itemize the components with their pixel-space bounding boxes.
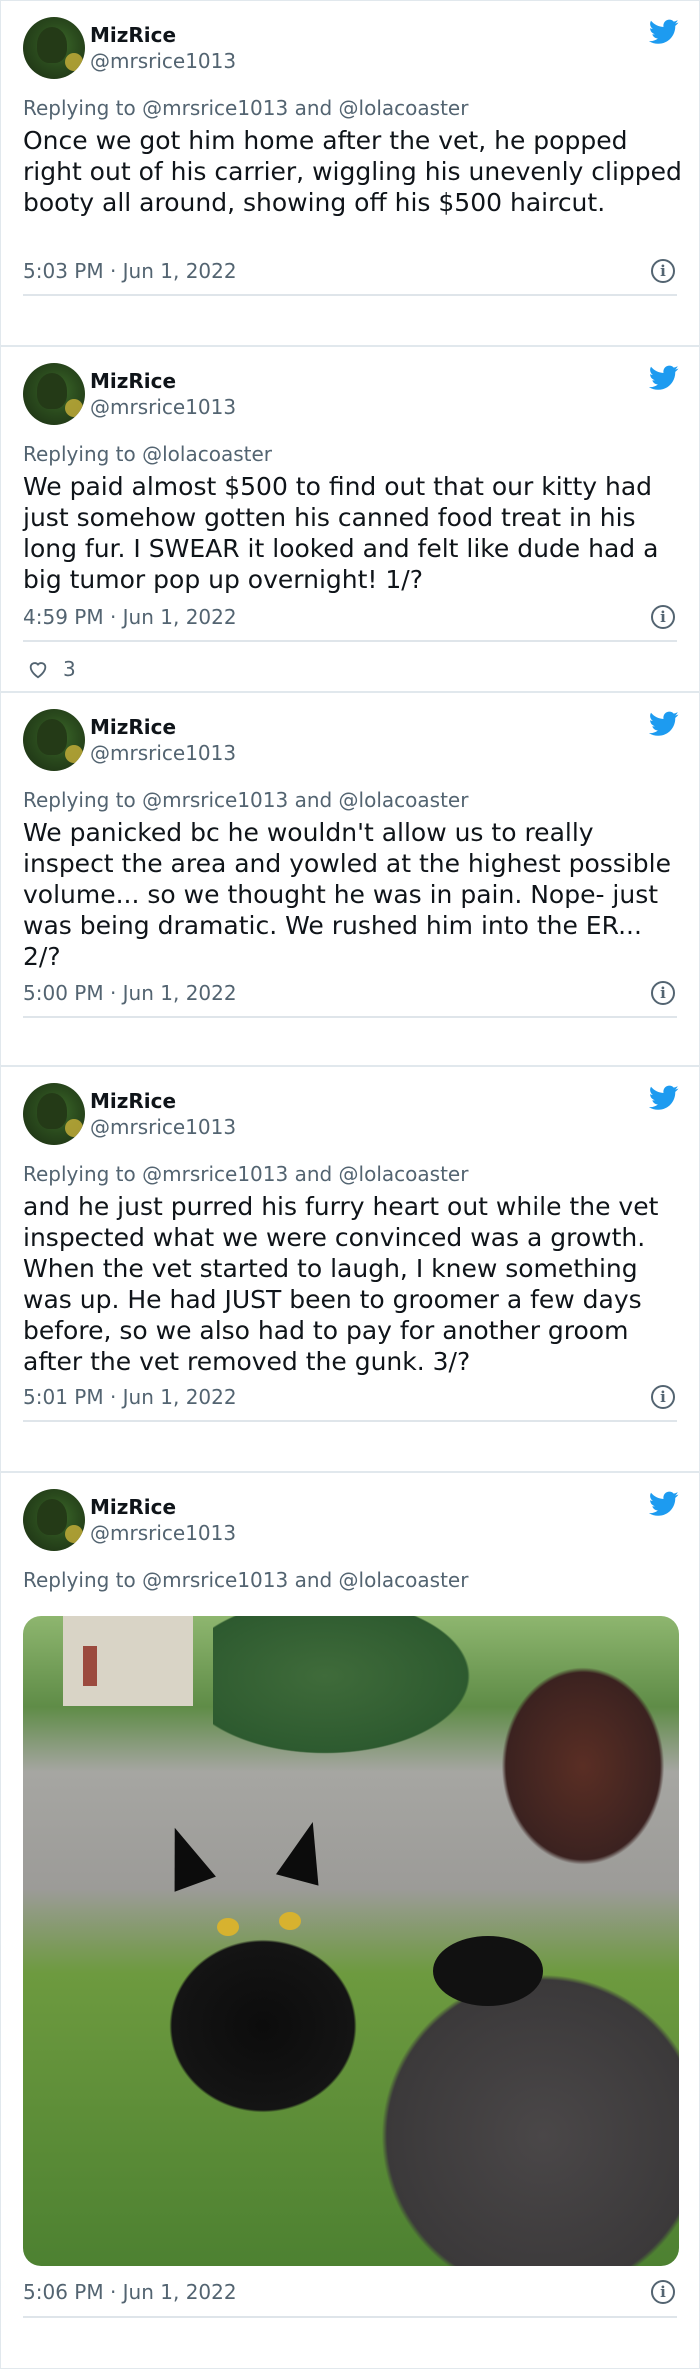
divider bbox=[23, 2316, 677, 2318]
tweet-header: MizRice @mrsrice1013 bbox=[23, 1489, 679, 1551]
tweet: MizRice @mrsrice1013 Replying to @lolaco… bbox=[0, 346, 700, 692]
display-name[interactable]: MizRice bbox=[90, 1089, 176, 1113]
tweet-text: We paid almost $500 to find out that our… bbox=[23, 472, 659, 594]
reply-context[interactable]: Replying to @mrsrice1013 and @lolacoaste… bbox=[23, 1162, 468, 1186]
tweet-text: Once we got him home after the vet, he p… bbox=[23, 126, 682, 217]
avatar[interactable] bbox=[23, 17, 85, 79]
tweet: MizRice @mrsrice1013 Replying to @mrsric… bbox=[0, 0, 700, 346]
tweet-timestamp[interactable]: 5:06 PM · Jun 1, 2022 bbox=[23, 2280, 237, 2304]
reply-context[interactable]: Replying to @mrsrice1013 and @lolacoaste… bbox=[23, 1568, 468, 1592]
user-handle[interactable]: @mrsrice1013 bbox=[90, 49, 236, 73]
heart-icon[interactable] bbox=[27, 658, 49, 680]
twitter-bird-icon[interactable] bbox=[649, 1491, 679, 1517]
reply-context[interactable]: Replying to @mrsrice1013 and @lolacoaste… bbox=[23, 96, 468, 120]
cat-eye bbox=[217, 1918, 239, 1936]
info-icon[interactable]: i bbox=[651, 605, 675, 629]
user-handle[interactable]: @mrsrice1013 bbox=[90, 1115, 236, 1139]
twitter-bird-icon[interactable] bbox=[649, 19, 679, 45]
reply-context[interactable]: Replying to @lolacoaster bbox=[23, 442, 272, 466]
info-icon[interactable]: i bbox=[651, 2280, 675, 2304]
avatar[interactable] bbox=[23, 363, 85, 425]
display-name[interactable]: MizRice bbox=[90, 369, 176, 393]
twitter-bird-icon[interactable] bbox=[649, 711, 679, 737]
user-handle[interactable]: @mrsrice1013 bbox=[90, 741, 236, 765]
tweet-header: MizRice @mrsrice1013 bbox=[23, 1083, 679, 1145]
tweet-text: and he just purred his furry heart out w… bbox=[23, 1192, 659, 1376]
cat-eye bbox=[279, 1912, 301, 1930]
tweet-timestamp[interactable]: 5:01 PM · Jun 1, 2022 bbox=[23, 1385, 237, 1409]
cat-ear bbox=[275, 1816, 335, 1886]
display-name[interactable]: MizRice bbox=[90, 715, 176, 739]
tweet-photo[interactable] bbox=[23, 1616, 679, 2266]
avatar[interactable] bbox=[23, 1489, 85, 1551]
like-count: 3 bbox=[63, 657, 76, 681]
tweet-text: We panicked bc he wouldn't allow us to r… bbox=[23, 818, 671, 971]
info-icon[interactable]: i bbox=[651, 981, 675, 1005]
tweet-timestamp[interactable]: 5:00 PM · Jun 1, 2022 bbox=[23, 981, 237, 1005]
user-handle[interactable]: @mrsrice1013 bbox=[90, 395, 236, 419]
tweet-thread: MizRice @mrsrice1013 Replying to @mrsric… bbox=[0, 0, 700, 2369]
tweet: MizRice @mrsrice1013 Replying to @mrsric… bbox=[0, 1472, 700, 2369]
twitter-bird-icon[interactable] bbox=[649, 1085, 679, 1111]
tweet: MizRice @mrsrice1013 Replying to @mrsric… bbox=[0, 692, 700, 1066]
divider bbox=[23, 1420, 677, 1422]
tweet-header: MizRice @mrsrice1013 bbox=[23, 363, 679, 425]
avatar[interactable] bbox=[23, 709, 85, 771]
reply-context[interactable]: Replying to @mrsrice1013 and @lolacoaste… bbox=[23, 788, 468, 812]
photo-trees bbox=[213, 1616, 493, 1766]
divider bbox=[23, 1016, 677, 1018]
tweet-timestamp[interactable]: 5:03 PM · Jun 1, 2022 bbox=[23, 259, 237, 283]
tweet-header: MizRice @mrsrice1013 bbox=[23, 709, 679, 771]
user-handle[interactable]: @mrsrice1013 bbox=[90, 1521, 236, 1545]
photo-house bbox=[63, 1616, 193, 1706]
cat-paw bbox=[433, 1936, 543, 2006]
divider bbox=[23, 294, 677, 296]
like-action[interactable]: 3 bbox=[27, 657, 76, 681]
divider bbox=[23, 640, 677, 642]
avatar[interactable] bbox=[23, 1083, 85, 1145]
cat-ear bbox=[154, 1820, 216, 1892]
info-icon[interactable]: i bbox=[651, 1385, 675, 1409]
display-name[interactable]: MizRice bbox=[90, 1495, 176, 1519]
display-name[interactable]: MizRice bbox=[90, 23, 176, 47]
tweet-timestamp[interactable]: 4:59 PM · Jun 1, 2022 bbox=[23, 605, 237, 629]
tweet: MizRice @mrsrice1013 Replying to @mrsric… bbox=[0, 1066, 700, 1472]
info-icon[interactable]: i bbox=[651, 259, 675, 283]
twitter-bird-icon[interactable] bbox=[649, 365, 679, 391]
tweet-header: MizRice @mrsrice1013 bbox=[23, 17, 679, 79]
